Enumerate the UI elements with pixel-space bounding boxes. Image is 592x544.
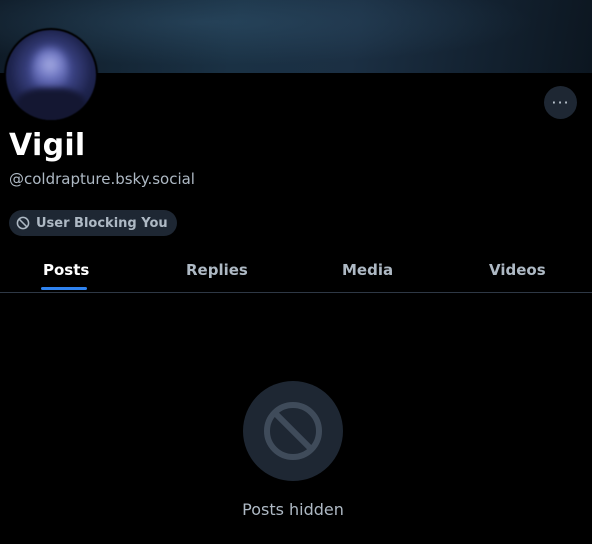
tab-replies[interactable]: Replies	[186, 248, 248, 292]
tab-media[interactable]: Media	[342, 248, 393, 292]
blocking-status-badge[interactable]: User Blocking You	[9, 210, 177, 236]
active-tab-indicator	[41, 287, 87, 290]
avatar-face	[33, 48, 67, 90]
display-name: Vigil	[9, 128, 86, 163]
block-icon	[16, 216, 30, 230]
avatar-body	[16, 88, 86, 120]
posts-hidden-message: Posts hidden	[242, 500, 344, 519]
tab-posts[interactable]: Posts	[43, 248, 89, 292]
avatar[interactable]	[4, 28, 98, 122]
more-options-button[interactable]: ···	[544, 86, 577, 119]
posts-hidden-icon	[243, 381, 343, 481]
tab-videos[interactable]: Videos	[489, 248, 546, 292]
badge-label: User Blocking You	[36, 215, 168, 231]
profile-tabs: Posts Replies Media Videos	[0, 248, 592, 293]
profile-handle: @coldrapture.bsky.social	[9, 170, 195, 188]
